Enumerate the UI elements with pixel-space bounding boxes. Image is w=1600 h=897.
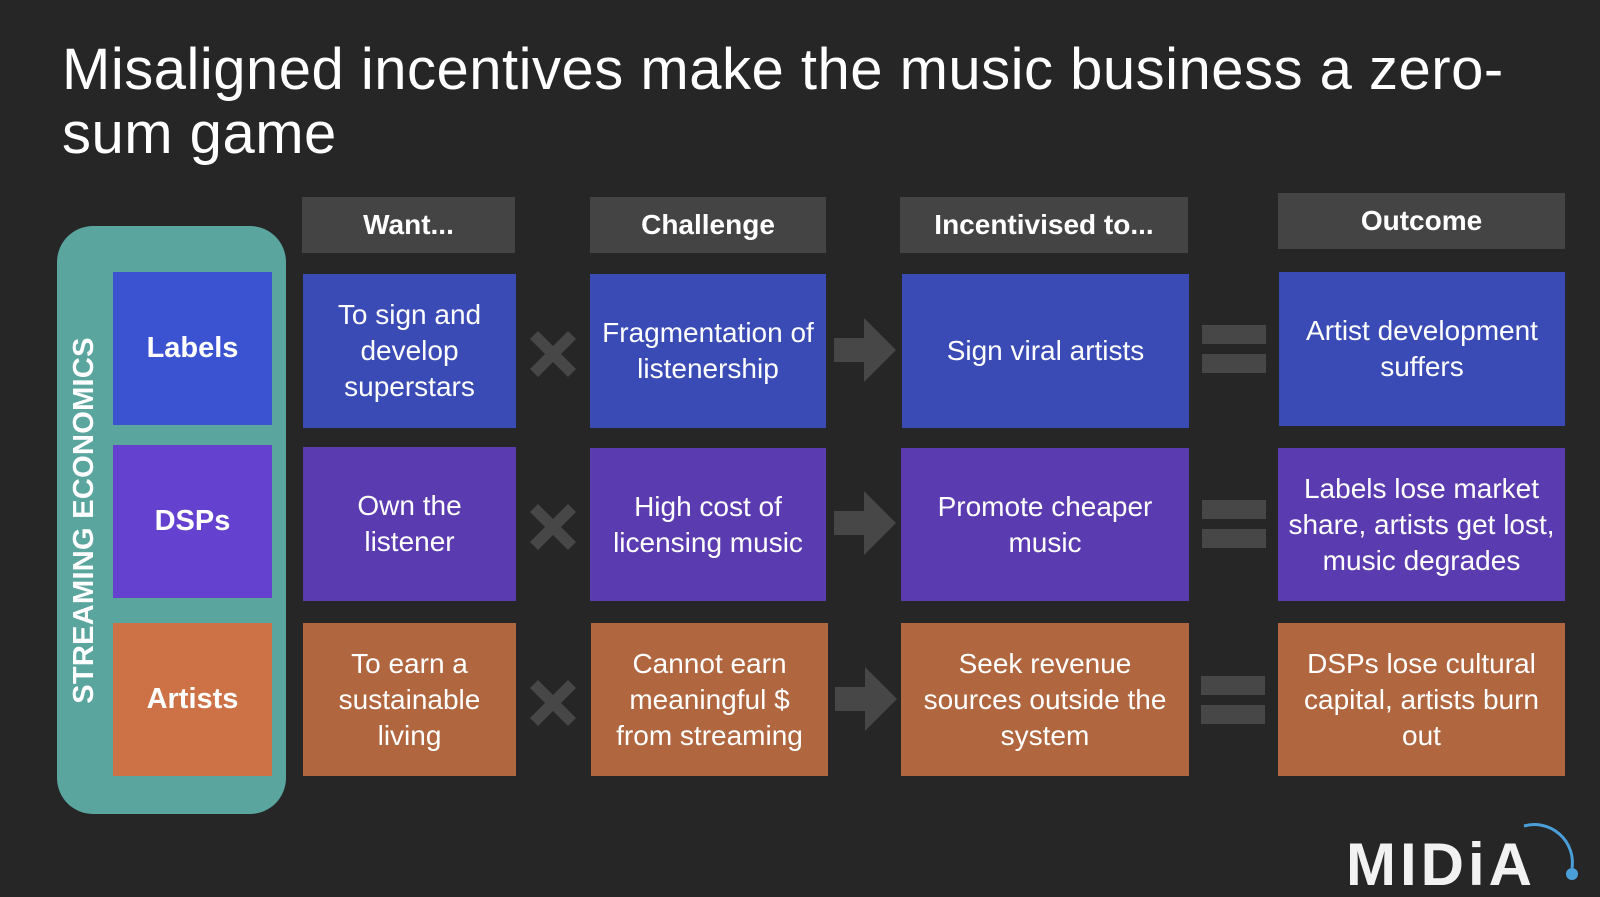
cell-artists-incentivised: Seek revenue sources outside the system	[901, 623, 1189, 776]
column-header-challenge: Challenge	[590, 197, 826, 253]
slide-title: Misaligned incentives make the music bus…	[62, 37, 1504, 166]
actor-dsps: DSPs	[113, 445, 272, 598]
equals-icon	[1202, 500, 1266, 548]
cell-artists-challenge: Cannot earn meaningful $ from streaming	[591, 623, 828, 776]
cell-artists-want: To earn a sustainable living	[303, 623, 516, 776]
cell-dsps-want: Own the listener	[303, 447, 516, 601]
cell-labels-want: To sign and develop superstars	[303, 274, 516, 428]
logo-arc-icon	[1523, 823, 1578, 880]
cell-labels-incentivised: Sign viral artists	[902, 274, 1189, 428]
arrow-right-icon	[835, 667, 897, 731]
cell-labels-outcome: Artist development suffers	[1279, 272, 1565, 426]
multiply-icon	[530, 331, 576, 377]
frame-label-text: STREAMING ECONOMICS	[67, 336, 100, 704]
multiply-icon	[530, 680, 576, 726]
column-header-outcome: Outcome	[1278, 193, 1565, 249]
cell-artists-outcome: DSPs lose cultural capital, artists burn…	[1278, 623, 1565, 776]
multiply-icon	[530, 504, 576, 550]
actor-artists: Artists	[113, 623, 272, 776]
cell-dsps-incentivised: Promote cheaper music	[901, 448, 1189, 601]
frame-label: STREAMING ECONOMICS	[66, 226, 102, 814]
midia-logo: MIDiA	[1346, 812, 1586, 897]
equals-icon	[1202, 325, 1266, 373]
arrow-right-icon	[834, 491, 896, 555]
actor-labels: Labels	[113, 272, 272, 425]
arrow-right-icon	[834, 318, 896, 382]
equals-icon	[1201, 676, 1265, 724]
cell-dsps-challenge: High cost of licensing music	[590, 448, 826, 601]
column-header-incentivised: Incentivised to...	[900, 197, 1188, 253]
cell-dsps-outcome: Labels lose market share, artists get lo…	[1278, 448, 1565, 601]
cell-labels-challenge: Fragmentation of listenership	[590, 274, 826, 428]
column-header-want: Want...	[302, 197, 515, 253]
